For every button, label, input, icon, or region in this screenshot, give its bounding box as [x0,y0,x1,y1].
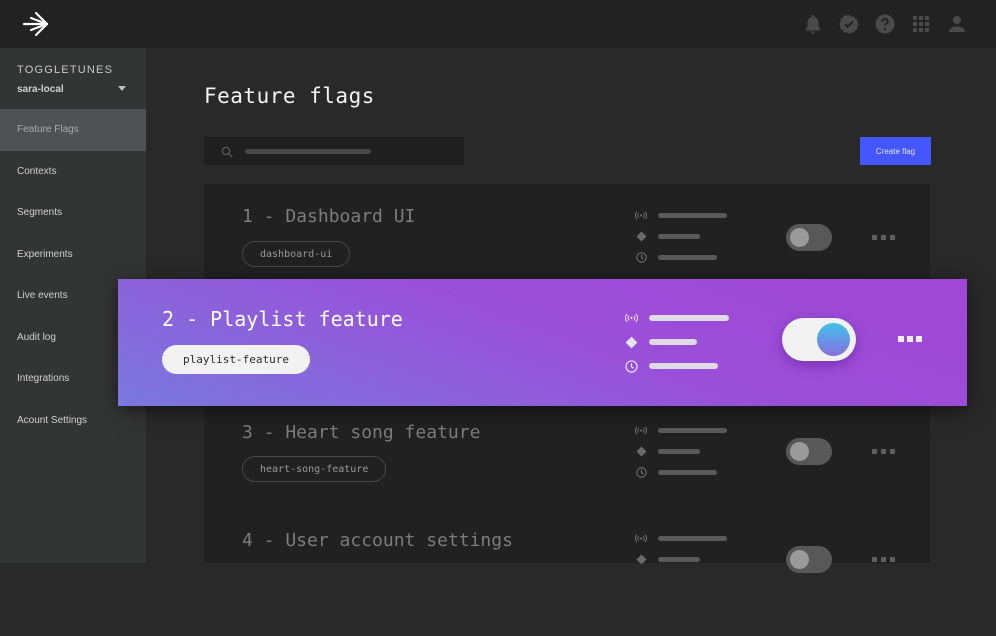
toggle-knob [790,550,809,569]
sidebar-item-contexts[interactable]: Contexts [0,151,146,193]
top-bar [0,0,996,48]
meta-bar [649,363,718,369]
environment-selector[interactable]: sara-local [17,84,64,95]
search-input[interactable] [204,137,464,165]
help-icon[interactable] [874,13,896,35]
flag-title[interactable]: 3 - Heart song feature [242,422,480,443]
flag-title[interactable]: 2 - Playlist feature [162,307,403,331]
flag-key: playlist-feature [162,345,310,374]
meta-bar [658,557,700,562]
logo-icon[interactable] [22,11,50,37]
flag-title[interactable]: 4 - User account settings [242,530,513,551]
toggle-knob [790,228,809,247]
meta-bar [658,536,727,541]
more-options-icon[interactable] [898,336,922,342]
diamond-icon [624,335,638,349]
toggle-knob [817,323,850,356]
broadcast-icon [635,532,647,544]
diamond-icon [635,445,647,457]
broadcast-icon [635,424,647,436]
more-options-icon[interactable] [872,557,895,562]
toggle-knob [790,442,809,461]
meta-bar [649,339,697,345]
flag-toggle[interactable] [782,318,856,361]
more-options-icon[interactable] [872,235,895,240]
flag-row[interactable]: 3 - Heart song feature heart-song-featur… [204,420,930,528]
search-placeholder [245,149,371,154]
diamond-icon [635,553,647,565]
user-icon[interactable] [946,13,968,35]
broadcast-icon [624,311,638,325]
more-options-icon[interactable] [872,449,895,454]
apps-grid-icon[interactable] [910,13,932,35]
verified-badge-icon[interactable] [838,13,860,35]
clock-icon [635,251,647,263]
sidebar-item-segments[interactable]: Segments [0,192,146,234]
diamond-icon [635,230,647,242]
meta-bar [658,255,717,260]
meta-bar [658,470,717,475]
sidebar-item-experiments[interactable]: Experiments [0,234,146,276]
flag-toggle[interactable] [786,546,832,573]
caret-down-icon[interactable] [118,86,126,91]
flag-row[interactable]: 4 - User account settings [204,528,930,636]
flag-key: heart-song-feature [242,456,387,482]
page-title: Feature flags [204,84,375,108]
create-flag-button[interactable]: Create flag [860,137,931,165]
flag-row[interactable]: 1 - Dashboard UI dashboard-ui [204,184,930,292]
flag-toggle[interactable] [786,438,832,465]
bell-icon[interactable] [802,13,824,35]
clock-icon [624,359,638,373]
flag-key: dashboard-ui [242,241,351,267]
search-icon [221,145,233,163]
flag-toggle[interactable] [786,224,832,251]
clock-icon [635,466,647,478]
meta-bar [658,449,700,454]
sidebar-item-feature-flags[interactable]: Feature Flags [0,109,146,151]
flag-title[interactable]: 1 - Dashboard UI [242,206,415,227]
meta-bar [658,234,700,239]
flag-row-highlighted[interactable]: 2 - Playlist feature playlist-feature [118,279,967,406]
meta-bar [658,428,727,433]
broadcast-icon [635,209,647,221]
meta-bar [649,315,729,321]
org-name: TOGGLETUNES [17,64,114,76]
flag-meta [624,311,744,373]
meta-bar [658,213,727,218]
